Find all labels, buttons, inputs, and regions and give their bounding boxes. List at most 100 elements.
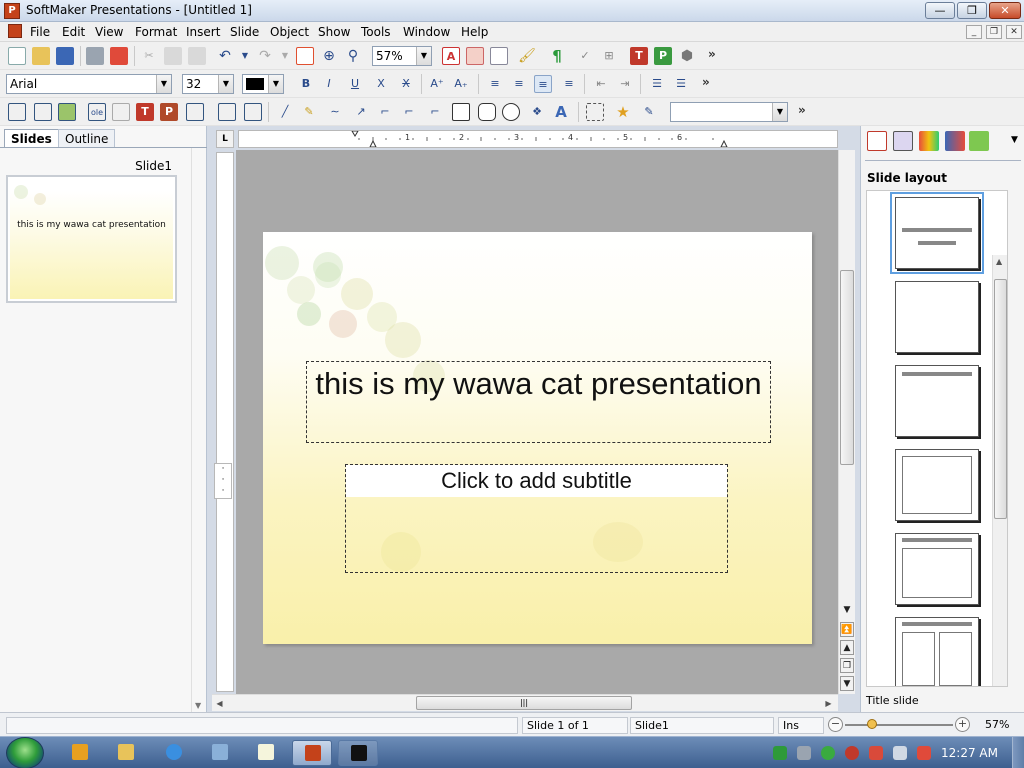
toolbar-overflow-icon[interactable]: » [798, 103, 806, 117]
app-icon[interactable]: P [4, 3, 20, 19]
open-folder-icon[interactable] [32, 47, 50, 65]
picture-frame-icon[interactable] [58, 103, 76, 121]
layout-title-and-content[interactable] [895, 533, 979, 605]
ole-object-icon[interactable]: ole [88, 103, 106, 121]
tray-update-icon[interactable] [773, 746, 787, 760]
media-frame-icon[interactable] [186, 103, 204, 121]
tray-play-icon[interactable] [821, 746, 835, 760]
zoom-out-icon[interactable]: − [828, 717, 843, 732]
taskbar-messenger[interactable] [250, 740, 282, 766]
insert-table-icon[interactable] [466, 47, 484, 65]
increase-indent-icon[interactable]: ⇥ [616, 75, 634, 93]
first-slide-icon[interactable]: ⏫ [840, 622, 854, 637]
previous-slide-icon[interactable]: ▲ [840, 640, 854, 655]
slide[interactable]: this is my wawa cat presentation Click t… [263, 232, 812, 644]
maximize-button[interactable]: ❐ [957, 2, 987, 19]
status-insert-mode[interactable]: Ins [778, 717, 824, 734]
undo-dropdown-icon[interactable]: ▼ [236, 47, 254, 65]
menu-object[interactable]: Object [270, 25, 309, 39]
tab-stop-selector[interactable]: L [216, 130, 234, 148]
subscript-icon[interactable]: A₊ [452, 75, 470, 93]
font-size-combo[interactable]: 32 ▼ [182, 74, 234, 94]
tab-outline[interactable]: Outline [58, 129, 116, 148]
mdi-close-button[interactable]: ✕ [1006, 25, 1022, 39]
line-icon[interactable]: ╱ [276, 103, 294, 121]
slide-thumbnail[interactable]: this is my wawa cat presentation [6, 175, 177, 303]
underline-icon[interactable]: U [346, 75, 364, 93]
justify-icon[interactable]: ≡ [560, 75, 578, 93]
minimize-button[interactable]: — [925, 2, 955, 19]
layout-two-content[interactable] [895, 617, 979, 686]
toolbar-overflow-icon[interactable]: » [702, 75, 710, 89]
chevron-down-icon[interactable]: ▼ [416, 47, 431, 65]
rounded-rectangle-icon[interactable] [478, 103, 496, 121]
align-center-icon[interactable]: ≡ [510, 75, 528, 93]
align-center-active-icon[interactable]: ≡ [534, 75, 552, 93]
textart-icon[interactable]: A [552, 103, 570, 121]
document-icon[interactable] [8, 24, 22, 38]
layout-content-only[interactable] [895, 449, 979, 521]
zoom-slider-track[interactable] [845, 724, 953, 726]
presentation-frame-icon[interactable]: P [160, 103, 178, 121]
cut-icon[interactable]: ✂ [140, 47, 158, 65]
layout-list-scrollbar[interactable]: ▲ ▼ [992, 255, 1007, 686]
planmaker-icon[interactable]: P [654, 47, 672, 65]
subtitle-placeholder[interactable]: Click to add subtitle [345, 464, 728, 573]
design-panel-icon[interactable] [893, 131, 913, 151]
redo-icon[interactable]: ↷ [256, 47, 274, 65]
mdi-minimize-button[interactable]: _ [966, 25, 982, 39]
zoom-slider-knob[interactable] [867, 719, 877, 729]
curved-connector-icon[interactable]: ⌐ [426, 103, 444, 121]
save-icon[interactable] [56, 47, 74, 65]
menu-view[interactable]: View [95, 25, 123, 39]
pane-splitter-handle[interactable]: · · · [214, 463, 232, 499]
ungroup-icon[interactable] [244, 103, 262, 121]
select-frame-icon[interactable] [8, 103, 26, 121]
slides-pane-scrollbar[interactable]: ▼ [191, 148, 206, 712]
redo-dropdown-icon[interactable]: ▼ [276, 47, 294, 65]
taskbar-browser[interactable] [158, 740, 190, 766]
subtitle-prompt[interactable]: Click to add subtitle [346, 468, 727, 494]
taskbar-network[interactable] [204, 740, 236, 766]
chevron-down-icon[interactable]: ▼ [1011, 135, 1018, 145]
menu-tools[interactable]: Tools [361, 25, 391, 39]
chevron-down-icon[interactable]: ▼ [218, 75, 233, 93]
taskbar-media-player[interactable] [64, 740, 96, 766]
scroll-up-icon[interactable]: ▲ [996, 257, 1002, 266]
zoom-combo[interactable]: 57% ▼ [372, 46, 432, 66]
menu-slide[interactable]: Slide [230, 25, 259, 39]
paragraph-marks-icon[interactable]: ¶ [548, 47, 566, 65]
bold-icon[interactable]: B [297, 75, 315, 93]
canvas-vertical-scrollbar[interactable]: ▼ ⏫ ▲ ❐ ▼ [838, 150, 855, 694]
elbow-connector-icon[interactable]: ⌐ [400, 103, 418, 121]
layout-title-slide[interactable] [890, 192, 984, 274]
text-frame-icon[interactable]: A [442, 47, 460, 65]
slide-sorter-icon[interactable]: ❐ [840, 658, 854, 673]
taskbar-clock[interactable]: 12:27 AM [941, 746, 998, 760]
taskbar-command-prompt[interactable] [338, 740, 378, 766]
tray-tools-icon[interactable] [869, 746, 883, 760]
transitions-panel-icon[interactable] [945, 131, 965, 151]
zoom-icon[interactable]: ⊕ [320, 47, 338, 65]
format-painter-icon[interactable]: 🖌 [518, 47, 536, 65]
layout-blank[interactable] [895, 281, 979, 353]
pencil-icon[interactable]: ✎ [300, 103, 318, 121]
spell-check-icon[interactable]: ✓ [576, 47, 594, 65]
numbered-list-icon[interactable]: ☰ [672, 75, 690, 93]
close-button[interactable]: ✕ [989, 2, 1021, 19]
horizontal-ruler[interactable]: 1 2 3 4 5 6 [238, 130, 838, 148]
taskbar-presentations[interactable] [292, 740, 332, 766]
toolbar-overflow-icon[interactable]: » [708, 47, 716, 61]
menu-edit[interactable]: Edit [62, 25, 85, 39]
textmaker-frame-icon[interactable]: T [136, 103, 154, 121]
italic-icon[interactable]: I [320, 75, 338, 93]
canvas-horizontal-scrollbar[interactable]: ◀ ||| ▶ [212, 694, 838, 711]
tab-slides[interactable]: Slides [4, 129, 59, 148]
thesaurus-icon[interactable]: ⊞ [600, 47, 618, 65]
scroll-down-icon[interactable]: ▼ [195, 701, 201, 710]
chart-frame-icon[interactable] [112, 103, 130, 121]
new-file-icon[interactable] [8, 47, 26, 65]
align-left-icon[interactable]: ≡ [486, 75, 504, 93]
next-slide-icon[interactable]: ▼ [840, 676, 854, 691]
table-frame-icon[interactable] [34, 103, 52, 121]
